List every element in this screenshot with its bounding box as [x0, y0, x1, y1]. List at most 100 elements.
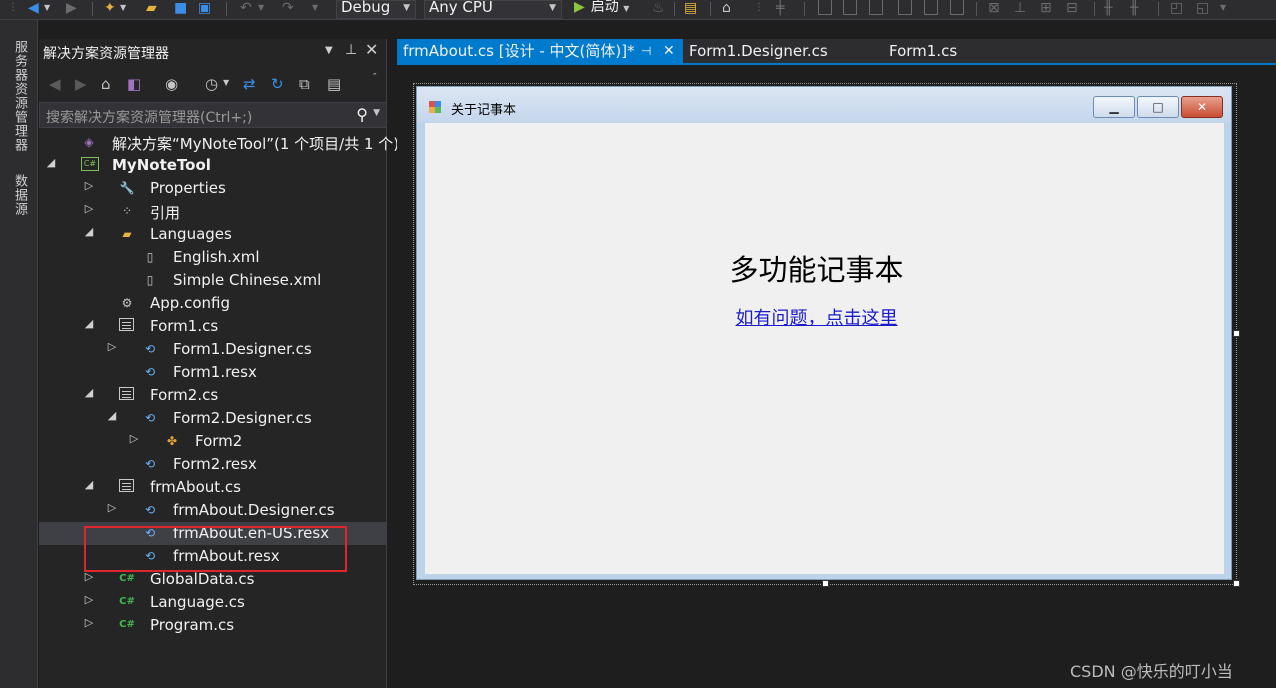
- server-explorer-tab[interactable]: 服务器资源管理器: [10, 40, 29, 152]
- solution-config-select[interactable]: Debug ▼: [336, 0, 416, 19]
- panel-options-icon[interactable]: ▼: [325, 45, 333, 56]
- collapsed-arrow-icon[interactable]: ▷: [83, 593, 95, 606]
- home-icon[interactable]: ⌂: [101, 75, 111, 93]
- expanded-arrow-icon[interactable]: ◢: [45, 156, 57, 169]
- new-dropdown-icon[interactable]: ▼: [120, 0, 126, 18]
- hot-reload-icon[interactable]: ♨: [652, 0, 665, 18]
- redo-dropdown-icon[interactable]: ▼: [312, 0, 318, 18]
- undo-dropdown-icon[interactable]: ▼: [258, 0, 264, 18]
- switch-views-icon[interactable]: ◧: [127, 75, 141, 93]
- close-button[interactable]: ✕: [1181, 96, 1223, 118]
- save-icon[interactable]: ■: [174, 0, 187, 18]
- redo-icon[interactable]: ↷: [282, 0, 294, 18]
- align-top-icon[interactable]: [898, 0, 912, 15]
- align-right-icon[interactable]: [869, 0, 883, 15]
- collapsed-arrow-icon[interactable]: ▷: [83, 616, 95, 629]
- tree-item[interactable]: ◢ ⟲ Form2.Designer.cs: [39, 407, 387, 430]
- browse-icon[interactable]: ▤: [684, 0, 697, 18]
- same-width-icon[interactable]: ⊠: [988, 0, 1000, 18]
- send-to-back-icon[interactable]: ◱: [1196, 0, 1209, 18]
- tree-item[interactable]: ◢ Form1.cs: [39, 315, 387, 338]
- close-icon[interactable]: ✕: [365, 40, 378, 59]
- platform-select[interactable]: Any CPU ▼: [424, 0, 562, 19]
- same-size-icon[interactable]: ⊟: [1066, 0, 1078, 18]
- open-folder-icon[interactable]: ▰: [146, 0, 157, 18]
- resize-grip-bottom[interactable]: [822, 580, 829, 587]
- home-icon[interactable]: ⌂: [722, 0, 731, 18]
- collapsed-arrow-icon[interactable]: ▷: [83, 202, 95, 215]
- tree-item[interactable]: ◢ frmAbout.cs: [39, 476, 387, 499]
- maximize-button[interactable]: □: [1137, 96, 1179, 118]
- undo-icon[interactable]: ↶: [240, 0, 252, 18]
- collapsed-arrow-icon[interactable]: ▷: [83, 179, 95, 192]
- resize-grip-right[interactable]: [1233, 330, 1240, 337]
- chevron-down-icon[interactable]: ▼: [373, 108, 380, 118]
- tree-item[interactable]: ⚙ App.config: [39, 292, 387, 315]
- align-middle-icon[interactable]: [924, 0, 938, 15]
- size-to-grid-icon[interactable]: ⊞: [1040, 0, 1052, 18]
- sync-icon[interactable]: ⇄: [243, 75, 256, 93]
- data-sources-tab[interactable]: 数据源: [10, 174, 29, 216]
- expanded-arrow-icon[interactable]: ◢: [83, 478, 95, 491]
- start-button[interactable]: ▶ 启动 ▼: [574, 0, 629, 18]
- forward-icon[interactable]: ▶: [66, 0, 77, 18]
- tab-form1-designer[interactable]: Form1.Designer.cs: [683, 39, 883, 63]
- resize-grip-corner[interactable]: [1233, 580, 1240, 587]
- expanded-arrow-icon[interactable]: ◢: [106, 409, 118, 422]
- align-center-icon[interactable]: [843, 0, 857, 15]
- collapsed-arrow-icon[interactable]: ▷: [106, 501, 118, 514]
- tree-item[interactable]: ◢ C# MyNoteTool: [39, 154, 387, 177]
- same-height-icon[interactable]: ⊥: [1014, 0, 1026, 18]
- expanded-arrow-icon[interactable]: ◢: [83, 317, 95, 330]
- collapse-all-icon[interactable]: ⧉: [299, 75, 310, 93]
- tree-item[interactable]: ▯ English.xml: [39, 246, 387, 269]
- new-project-icon[interactable]: ✦: [104, 0, 116, 18]
- overflow-icon[interactable]: ″: [373, 72, 377, 83]
- search-icon[interactable]: ⚲: [356, 105, 368, 124]
- tree-item[interactable]: ⟲ Form2.resx: [39, 453, 387, 476]
- chevron-down-icon[interactable]: ▼: [223, 78, 229, 87]
- tab-form1-cs[interactable]: Form1.cs: [883, 39, 1003, 63]
- horizontal-spacing-icon[interactable]: ╫: [1104, 0, 1112, 18]
- tree-item[interactable]: ▷ C# Program.cs: [39, 614, 387, 637]
- collapsed-arrow-icon[interactable]: ▷: [128, 432, 140, 445]
- pin-icon[interactable]: ⊥: [345, 42, 357, 58]
- forward-icon[interactable]: ▶: [75, 75, 87, 93]
- bring-to-front-icon[interactable]: ◰: [1170, 0, 1183, 18]
- collapsed-arrow-icon[interactable]: ▷: [106, 340, 118, 353]
- align-bottom-icon[interactable]: [950, 0, 964, 15]
- expanded-arrow-icon[interactable]: ◢: [83, 225, 95, 238]
- tree-item[interactable]: ◢ Form2.cs: [39, 384, 387, 407]
- tree-item[interactable]: ◈ 解决方案“MyNoteTool”(1 个项目/共 1 个): [39, 131, 399, 154]
- properties-icon[interactable]: ▤: [327, 75, 341, 93]
- pin-icon[interactable]: ⊣: [641, 39, 651, 63]
- save-all-icon[interactable]: ▣: [198, 0, 211, 18]
- expanded-arrow-icon[interactable]: ◢: [83, 386, 95, 399]
- about-form-window[interactable]: 关于记事本 ▁ □ ✕ 多功能记事本 如有问题，点击这里: [416, 86, 1232, 580]
- back-icon[interactable]: ◀: [49, 75, 61, 93]
- tree-item[interactable]: ▷ ✤ Form2: [39, 430, 387, 453]
- tree-item[interactable]: ▯ Simple Chinese.xml: [39, 269, 387, 292]
- align-left-icon[interactable]: [818, 0, 832, 15]
- search-input[interactable]: 搜索解决方案资源管理器(Ctrl+;) ⚲ ▼: [39, 102, 387, 128]
- tree-item[interactable]: ▷ ⟲ Form1.Designer.cs: [39, 338, 387, 361]
- refresh-icon[interactable]: ↻: [271, 75, 284, 93]
- back-icon[interactable]: ◀: [28, 0, 39, 18]
- tree-item[interactable]: ⟲ Form1.resx: [39, 361, 387, 384]
- pending-changes-icon[interactable]: ◷: [205, 75, 218, 93]
- tab-frmabout-design[interactable]: frmAbout.cs [设计 - 中文(简体)]* ⊣ ✕: [397, 39, 683, 63]
- tree-item[interactable]: ◢ ▰ Languages: [39, 223, 387, 246]
- vertical-spacing-icon[interactable]: ╫: [1130, 0, 1138, 18]
- toolbar-overflow-icon[interactable]: ▼: [1220, 0, 1226, 18]
- align-icon[interactable]: ╪: [776, 0, 784, 18]
- minimize-button[interactable]: ▁: [1093, 96, 1135, 118]
- help-link[interactable]: 如有问题，点击这里: [425, 304, 1208, 330]
- tree-item[interactable]: ▷ 🔧 Properties: [39, 177, 387, 200]
- close-icon[interactable]: ✕: [663, 39, 675, 63]
- form-title-bar[interactable]: 关于记事本 ▁ □ ✕: [417, 87, 1231, 123]
- tree-item[interactable]: ▷ ⁘ 引用: [39, 200, 387, 223]
- tree-item[interactable]: ▷ C# Language.cs: [39, 591, 387, 614]
- tree-item[interactable]: ▷ ⟲ frmAbout.Designer.cs: [39, 499, 387, 522]
- back-dropdown-icon[interactable]: ▼: [44, 0, 50, 18]
- show-all-files-icon[interactable]: ◉: [165, 75, 178, 93]
